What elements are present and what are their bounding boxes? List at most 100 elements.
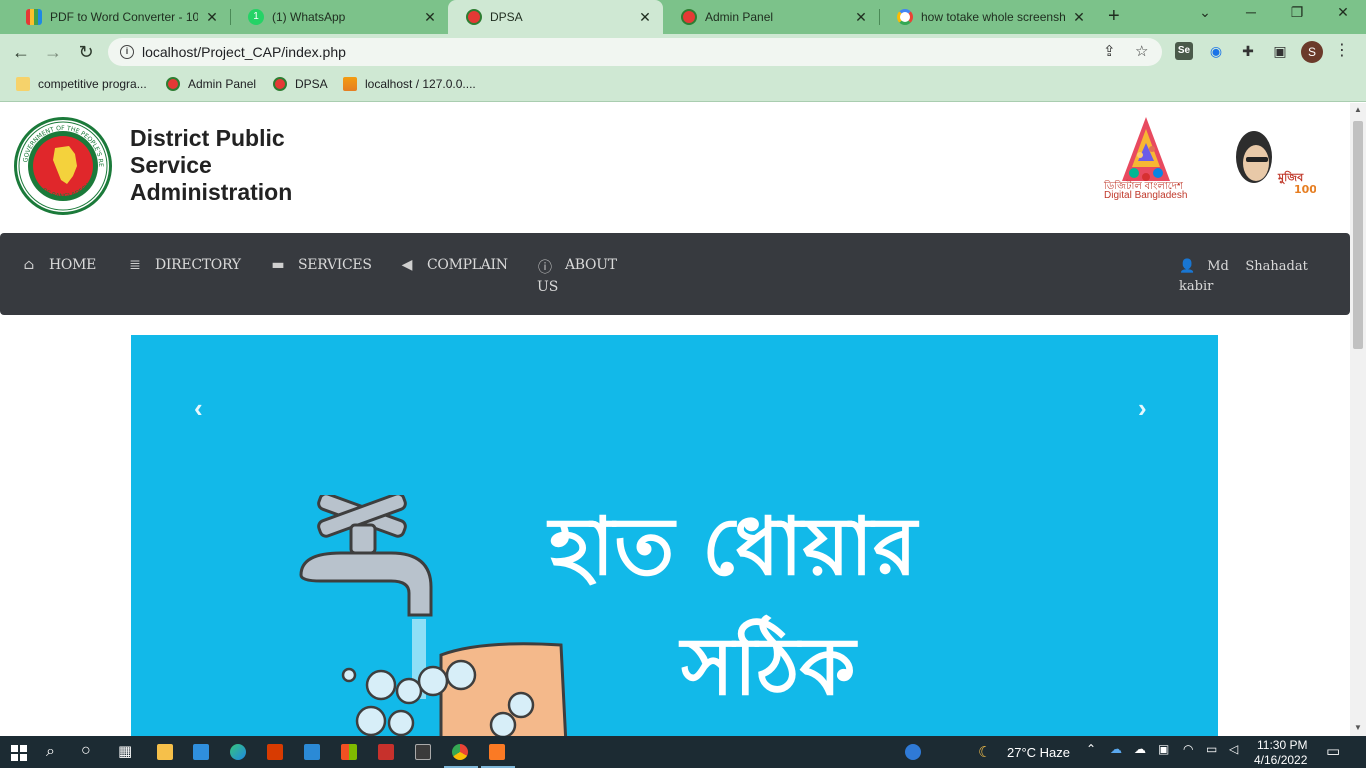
onedrive-personal-icon[interactable]: ☁ [1134, 742, 1146, 756]
carousel-prev-arrow-icon[interactable]: ‹ [194, 393, 203, 424]
close-tab-icon[interactable]: ✕ [853, 9, 869, 26]
government-seal-logo: GOVERNMENT OF THE PEOPLE'S REPUBLIC OF B… [14, 117, 112, 215]
reload-icon[interactable]: ↻ [75, 42, 97, 63]
bookmark-competitive-programming[interactable]: competitive progra... [16, 77, 147, 91]
windows-start-icon[interactable] [11, 745, 27, 761]
tab-dpsa[interactable]: DPSA ✕ [448, 0, 663, 34]
share-icon[interactable]: ⇪ [1103, 42, 1116, 60]
back-arrow-icon[interactable]: ← [10, 42, 32, 63]
mujib-year-text: 100 [1294, 183, 1316, 196]
bookmark-admin-panel[interactable]: Admin Panel [166, 77, 256, 91]
profile-avatar[interactable]: S [1301, 41, 1323, 63]
home-icon: ⌂ [23, 257, 35, 273]
tab-search-chevron-icon[interactable]: ⌄ [1190, 4, 1220, 21]
phpmyadmin-favicon-icon [343, 77, 357, 91]
info-icon: ⓘ [538, 260, 552, 276]
forward-arrow-icon[interactable]: → [42, 42, 64, 63]
selenium-extension-icon[interactable]: Se [1175, 42, 1193, 60]
nav-home[interactable]: ⌂ HOME [21, 257, 97, 273]
nav-about[interactable]: ⓘ ABOUT [537, 257, 617, 277]
briefcase-icon: ▬ [271, 257, 285, 273]
close-window-icon[interactable]: ✕ [1328, 4, 1358, 21]
scroll-up-arrow-icon[interactable]: ▲ [1350, 105, 1366, 114]
xampp-icon[interactable] [489, 744, 505, 760]
bookmarks-bar: competitive progra... Admin Panel DPSA l… [0, 70, 1366, 102]
chrome-icon[interactable] [452, 744, 468, 760]
tab-title: (1) WhatsApp [272, 10, 346, 24]
vscode-icon[interactable] [304, 744, 320, 760]
nav-directory[interactable]: ≣ DIRECTORY [127, 257, 241, 273]
help-icon[interactable] [905, 744, 921, 760]
nav-about-line2[interactable]: US [537, 279, 558, 295]
close-tab-icon[interactable]: ✕ [637, 9, 653, 26]
edge-icon[interactable] [230, 744, 246, 760]
office-icon[interactable] [267, 744, 283, 760]
admin-panel-favicon-icon [681, 9, 697, 25]
scroll-down-arrow-icon[interactable]: ▼ [1350, 723, 1366, 732]
carousel-next-arrow-icon[interactable]: › [1138, 393, 1147, 424]
new-tab-button[interactable]: + [1108, 5, 1120, 28]
nav-label: HOME [49, 257, 97, 273]
notifications-icon[interactable]: ▭ [1326, 742, 1340, 760]
nav-services[interactable]: ▬ SERVICES [270, 257, 372, 273]
bookmark-label: localhost / 127.0.0.... [365, 77, 476, 91]
clock-time[interactable]: 11:30 PM [1257, 738, 1307, 752]
bookmark-dpsa[interactable]: DPSA [273, 77, 328, 91]
nav-label: COMPLAIN [427, 257, 508, 273]
tab-admin-panel[interactable]: Admin Panel ✕ [663, 0, 879, 34]
site-info-icon[interactable]: i [120, 45, 134, 59]
meet-now-icon[interactable]: ▣ [1158, 742, 1169, 756]
bookmark-label: Admin Panel [188, 77, 257, 91]
search-icon[interactable]: ⌕ [46, 743, 55, 761]
address-bar[interactable]: i localhost/Project_CAP/index.php [108, 38, 1162, 66]
volume-icon[interactable]: ◁ [1229, 742, 1238, 756]
site-title-line: Administration [130, 179, 293, 205]
tab-pdf-converter[interactable]: PDF to Word Converter - 100 ✕ [8, 0, 230, 34]
dpsa-favicon-icon [273, 77, 287, 91]
mujib-100-logo: মুজিব 100 [1236, 131, 1316, 196]
close-tab-icon[interactable]: ✕ [204, 9, 220, 26]
bullhorn-icon: ◀ [401, 257, 413, 273]
show-hidden-icons-icon[interactable]: ⌃ [1086, 742, 1096, 756]
nav-complain[interactable]: ◀ COMPLAIN [399, 257, 508, 273]
file-explorer-icon[interactable] [157, 744, 173, 760]
cortana-icon[interactable]: ○ [81, 742, 91, 760]
mail-icon[interactable] [193, 744, 209, 760]
nav-user-profile[interactable]: 👤 Md Shahadat kabir [1179, 257, 1309, 297]
google-favicon-icon [897, 9, 913, 25]
bookmark-label: competitive progra... [38, 77, 147, 91]
user-name-line2: kabir [1179, 279, 1214, 294]
restore-icon[interactable]: ❐ [1282, 4, 1312, 21]
tab-google-search[interactable]: how totake whole screensho ✕ [879, 0, 1097, 34]
wifi-icon[interactable]: ◠ [1183, 742, 1193, 756]
tab-whatsapp[interactable]: 1 (1) WhatsApp ✕ [230, 0, 448, 34]
bookmark-star-icon[interactable]: ☆ [1135, 42, 1148, 60]
bookmark-localhost-phpmyadmin[interactable]: localhost / 127.0.0.... [343, 77, 476, 91]
battery-icon[interactable]: ▭ [1206, 742, 1217, 756]
side-panel-icon[interactable]: ▣ [1271, 42, 1289, 60]
menu-kebab-icon[interactable]: ⋮ [1334, 40, 1350, 60]
terminal-icon[interactable] [415, 744, 431, 760]
clock-date[interactable]: 4/16/2022 [1254, 753, 1307, 767]
minimize-icon[interactable]: ─ [1236, 4, 1266, 20]
folder-icon [16, 77, 30, 91]
tab-title: how totake whole screensho [921, 10, 1065, 24]
read-aloud-extension-icon[interactable]: ◉ [1207, 42, 1225, 60]
tab-title: DPSA [490, 10, 523, 24]
nav-label: DIRECTORY [155, 257, 241, 273]
nav-label: ABOUT [565, 257, 617, 273]
store-icon[interactable] [341, 744, 357, 760]
page-scrollbar[interactable]: ▲ ▼ [1350, 103, 1366, 736]
wps-writer-icon[interactable] [378, 744, 394, 760]
scrollbar-thumb[interactable] [1353, 121, 1363, 349]
onedrive-icon[interactable]: ☁ [1110, 742, 1122, 756]
pdf-converter-favicon-icon [26, 9, 42, 25]
web-page: GOVERNMENT OF THE PEOPLE'S REPUBLIC OF B… [0, 103, 1350, 736]
extensions-puzzle-icon[interactable]: ✚ [1239, 42, 1257, 60]
close-tab-icon[interactable]: ✕ [1071, 9, 1087, 26]
nav-label: SERVICES [298, 257, 372, 273]
slide-heading-line1: হাত ধোয়ার [549, 500, 917, 593]
task-view-icon[interactable]: ▦ [118, 742, 132, 760]
weather-text[interactable]: 27°C Haze [1007, 745, 1070, 760]
close-tab-icon[interactable]: ✕ [422, 9, 438, 26]
